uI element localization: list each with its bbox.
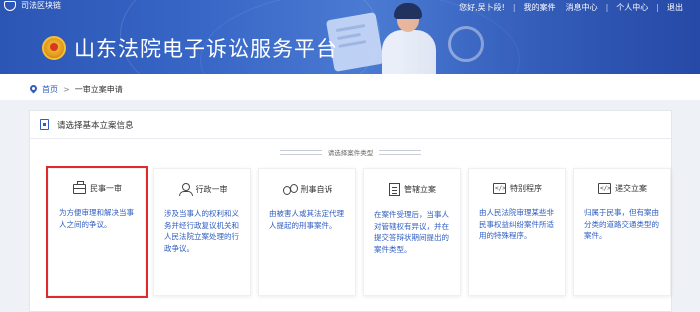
header-banner: 司法区块链 您好,吴卜段! | 我的案件 消息中心 | 个人中心 | 退出 山东… bbox=[0, 0, 700, 74]
blockchain-logo[interactable]: 司法区块链 bbox=[4, 0, 61, 11]
user-greeting: 您好,吴卜段! bbox=[459, 3, 505, 12]
handcuffs-icon bbox=[282, 183, 298, 195]
card-description: 在案件受理后，当事人对管辖权有异议，并在提交答辩状期间提出的案件类型。 bbox=[374, 210, 449, 254]
logout-link[interactable]: 退出 bbox=[662, 2, 688, 13]
blockchain-logo-text: 司法区块链 bbox=[21, 1, 61, 10]
personal-center-link[interactable]: 个人中心 bbox=[611, 2, 653, 13]
card-title: 特别程序 bbox=[510, 184, 542, 193]
shield-icon bbox=[4, 0, 16, 11]
card-description: 由人民法院审理某些非民事权益纠纷案件所适用的特殊程序。 bbox=[479, 208, 554, 240]
code-icon bbox=[493, 183, 506, 194]
case-type-card-submit[interactable]: 递交立案 归属于民事，但有案由分类的道路交通类型的案件。 bbox=[573, 168, 671, 296]
card-title: 刑事自诉 bbox=[300, 184, 333, 194]
case-type-card-civil[interactable]: 民事一审 为方便审理和解决当事人之间的争议。 bbox=[46, 166, 148, 298]
card-description: 由被害人或其法定代理人提起的刑事案件。 bbox=[269, 209, 344, 230]
location-pin-icon bbox=[30, 85, 37, 94]
case-type-card-criminal-private[interactable]: 刑事自诉 由被害人或其法定代理人提起的刑事案件。 bbox=[258, 168, 356, 296]
breadcrumb-separator: > bbox=[63, 85, 70, 94]
card-description: 为方便审理和解决当事人之间的争议。 bbox=[59, 208, 134, 229]
code-icon bbox=[598, 183, 611, 194]
card-title: 行政一审 bbox=[195, 184, 228, 194]
user-links: 您好,吴卜段! | 我的案件 消息中心 | 个人中心 | 退出 bbox=[454, 2, 688, 13]
card-title: 管辖立案 bbox=[404, 185, 436, 194]
document-icon bbox=[40, 119, 49, 130]
card-description: 涉及当事人的权利和义务并经行政复议机关和人民法院立案处理的行政争议。 bbox=[164, 209, 239, 253]
site-title-row: 山东法院电子诉讼服务平台 bbox=[42, 33, 338, 63]
breadcrumb: 首页 > 一审立案申请 bbox=[30, 84, 123, 95]
my-cases-link[interactable]: 我的案件 bbox=[519, 2, 561, 13]
card-title: 递交立案 bbox=[615, 184, 647, 193]
breadcrumb-current: 一审立案申请 bbox=[74, 85, 123, 94]
case-info-panel: 请选择基本立案信息 请选择案件类型 民事一审 为方便审理和解决当事人之间的争议。… bbox=[29, 110, 672, 312]
case-type-card-special-procedure[interactable]: 特别程序 由人民法院审理某些非民事权益纠纷案件所适用的特殊程序。 bbox=[468, 168, 566, 296]
card-title: 民事一审 bbox=[90, 184, 122, 193]
case-type-cards: 民事一审 为方便审理和解决当事人之间的争议。 行政一审 涉及当事人的权利和义务并… bbox=[46, 166, 671, 298]
case-type-label: 请选择案件类型 bbox=[327, 149, 374, 157]
list-icon bbox=[389, 183, 400, 196]
site-title: 山东法院电子诉讼服务平台 bbox=[74, 37, 338, 61]
briefcase-icon bbox=[73, 180, 86, 194]
court-emblem-icon bbox=[42, 36, 66, 60]
message-center-link[interactable]: 消息中心 bbox=[561, 2, 603, 13]
person-icon bbox=[178, 183, 193, 196]
card-description: 归属于民事，但有案由分类的道路交通类型的案件。 bbox=[584, 208, 659, 240]
breadcrumb-home-link[interactable]: 首页 bbox=[42, 84, 58, 95]
case-type-card-administrative[interactable]: 行政一审 涉及当事人的权利和义务并经行政复议机关和人民法院立案处理的行政争议。 bbox=[153, 168, 251, 296]
case-type-divider: 请选择案件类型 bbox=[30, 146, 671, 158]
case-type-card-jurisdiction[interactable]: 管辖立案 在案件受理后，当事人对管辖权有异议，并在提交答辩状期间提出的案件类型。 bbox=[363, 168, 461, 296]
panel-header: 请选择基本立案信息 bbox=[30, 111, 671, 139]
panel-heading: 请选择基本立案信息 bbox=[57, 120, 134, 131]
